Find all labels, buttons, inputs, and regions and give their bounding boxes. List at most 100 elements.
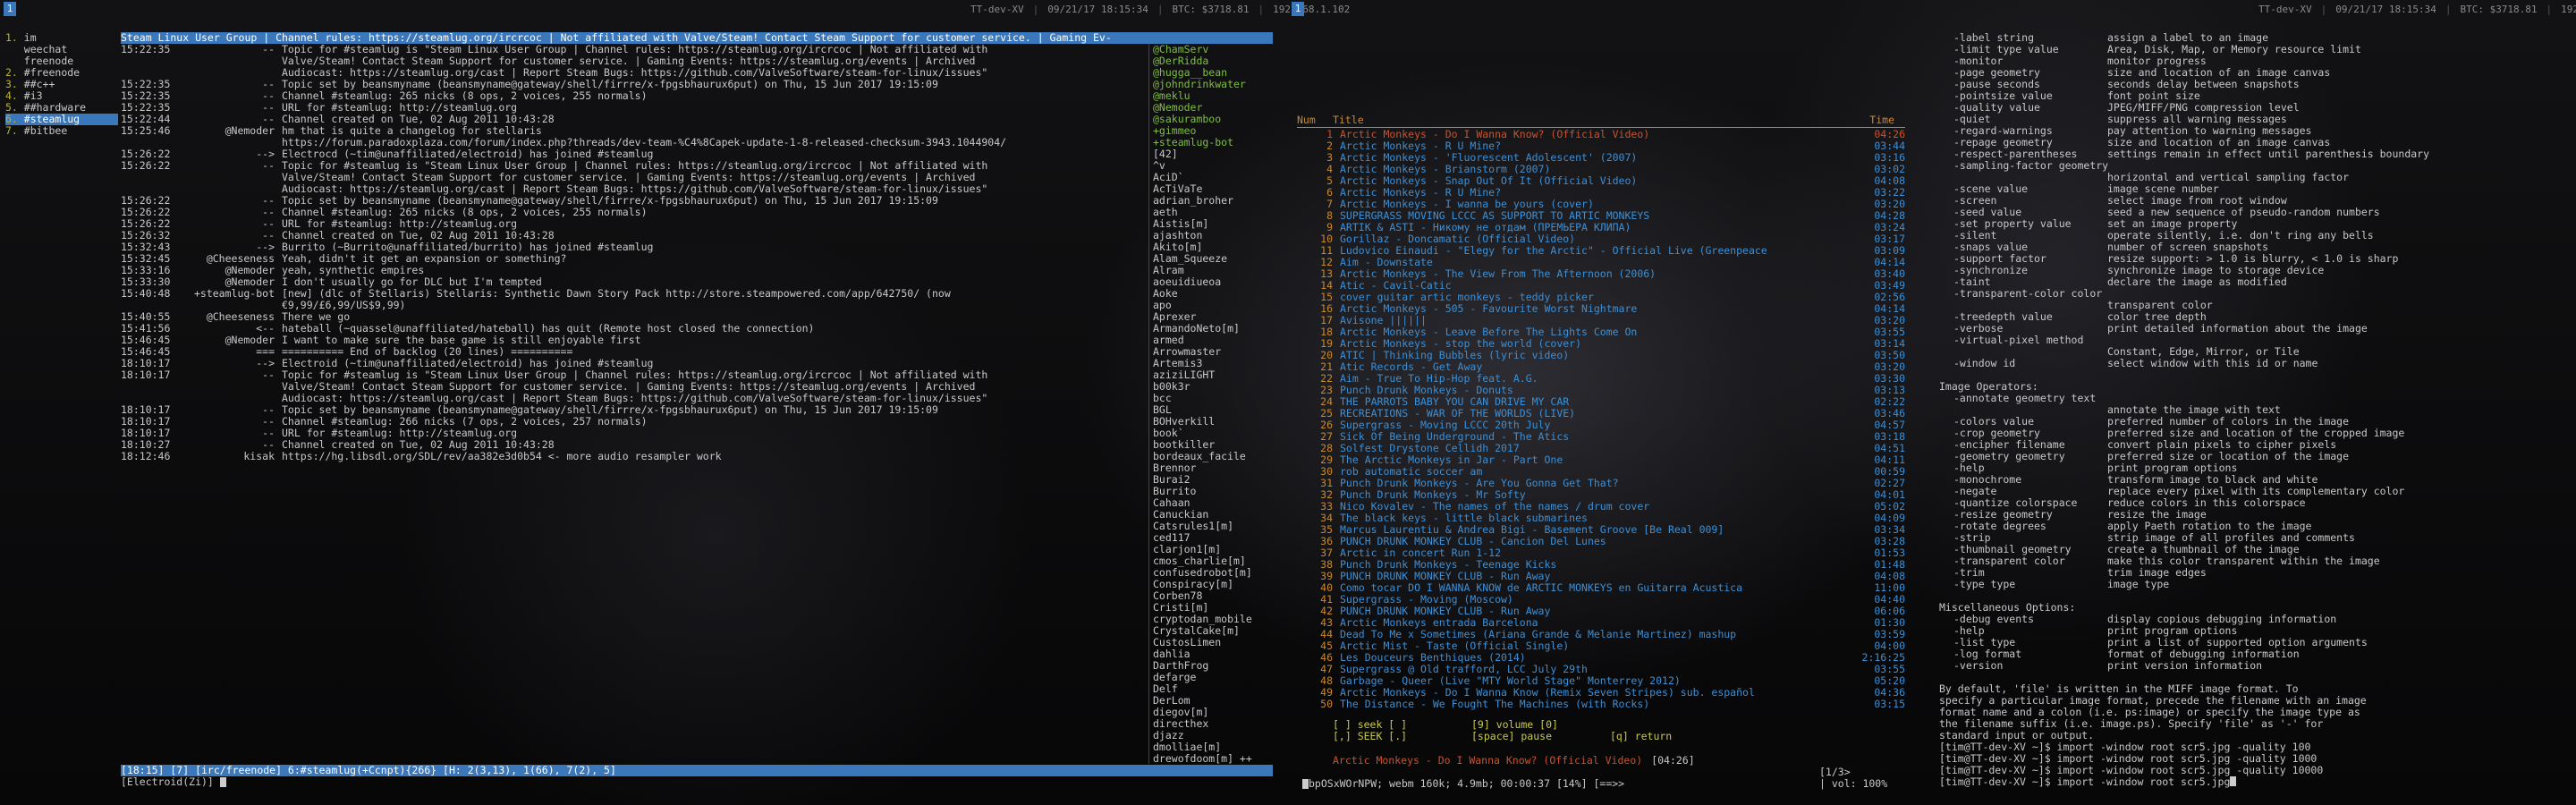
- playlist-track[interactable]: 23 Punch Drunk Monkeys - Donuts 03:13: [1297, 385, 1905, 396]
- nick-item[interactable]: b00k3r: [1153, 381, 1278, 393]
- playlist-track[interactable]: 35 Marcus Laurentiu & Andrea Bigi - Basem…: [1297, 524, 1905, 536]
- playlist-track[interactable]: 42 PUNCH DRUNK MONKEY CLUB - Run Away 06:0…: [1297, 606, 1905, 617]
- playlist-track[interactable]: 40 Como tocar DO I WANNA KNOW de ARCTIC M…: [1297, 582, 1905, 594]
- option-description: reduce colors in this colorspace: [2107, 497, 2306, 509]
- playlist-track[interactable]: 13 Arctic Monkeys - The View From The Aft…: [1297, 268, 1905, 280]
- message-text: Valve/Steam! Contact Steam Support for c…: [282, 55, 976, 67]
- track-number: 32: [1320, 488, 1333, 501]
- status-bar-right: TT-dev-XV | 09/21/17 18:15:34 | BTC: $3718…: [2258, 0, 2576, 18]
- playlist-track[interactable]: 29 The Arctic Monkeys in Jar - Part One 04…: [1297, 454, 1905, 466]
- playlist-track[interactable]: 17 Avisone |||||| 03:20: [1297, 315, 1905, 326]
- track-number: 2: [1326, 140, 1333, 152]
- option-row: -synchronize synchronize image to storage…: [1939, 265, 2571, 276]
- playlist-track[interactable]: 39 PUNCH DRUNK MONKEY CLUB - Run Away 04:0…: [1297, 571, 1905, 582]
- track-number: 40: [1320, 581, 1333, 594]
- nick-item[interactable]: bcc: [1153, 393, 1278, 404]
- channel-item[interactable]: 7. #bitbee: [5, 125, 118, 137]
- playlist-track[interactable]: 12 Aim - Downstate 04:14: [1297, 257, 1905, 268]
- playlist-track[interactable]: 37 Arctic in concert Run 1-12 01:53: [1297, 547, 1905, 559]
- playlist-track[interactable]: 22 Aim - True To Hip-Hop feat. A.G. 03:30: [1297, 373, 1905, 385]
- playlist-track[interactable]: 33 Nico Kovalev - The names of the names …: [1297, 501, 1905, 513]
- playlist-track[interactable]: 25 RECREATIONS - WAR OF THE WORLDS (LIVE)…: [1297, 408, 1905, 419]
- playlist-track[interactable]: 36 PUNCH DRUNK MONKEY CLUB - Cancion Del …: [1297, 536, 1905, 547]
- track-number: 45: [1320, 640, 1333, 652]
- playlist-track[interactable]: 24 THE PARROTS BABY YOU CAN DRIVE MY CAR 0…: [1297, 396, 1905, 408]
- playlist-track[interactable]: 14 Atic - Cavil-Catic 03:49: [1297, 280, 1905, 292]
- playlist-track[interactable]: 31 Punch Drunk Monkeys - Are You Gonna Ge…: [1297, 478, 1905, 489]
- playlist-track[interactable]: 30 rob automatic soccer am 00:59: [1297, 466, 1905, 478]
- playlist-track[interactable]: 2 Arctic Monkeys - R U Mine? 03:44: [1297, 140, 1905, 152]
- playlist-track[interactable]: 28 Solfest Drystone Cellidh 2017 04:51: [1297, 443, 1905, 454]
- playlist-track[interactable]: 38 Punch Drunk Monkeys - Teenage Kicks 01:…: [1297, 559, 1905, 571]
- message-text: URL for #steamlug: http://steamlug.org: [282, 218, 518, 230]
- control-hint: [q] return: [1610, 730, 1673, 742]
- playlist-track[interactable]: 45 Arctic Mist - Taste (Official Single) 0…: [1297, 640, 1905, 652]
- channel-name: #freenode: [23, 66, 80, 79]
- option-row: -transparent-color color: [1939, 288, 2571, 300]
- playlist-track[interactable]: 7 Arctic Monkeys - I wanna be yours (cove…: [1297, 199, 1905, 210]
- option-row: -list type print a list of supported opti…: [1939, 637, 2571, 648]
- playlist-track[interactable]: 15 cover guitar artic monkeys - teddy pic…: [1297, 292, 1905, 303]
- option-row: -support factor resize support: > 1.0 is …: [1939, 253, 2571, 265]
- option-description: print detailed information about the ima…: [2107, 323, 2368, 335]
- workspace-indicator-right[interactable]: 1: [1292, 2, 1304, 16]
- shell-prompt-line[interactable]: [tim@TT-dev-XV ~]$ import -window root s…: [1939, 776, 2571, 788]
- workspace-indicator-left[interactable]: 1: [4, 2, 16, 16]
- message-time: 18:10:17: [121, 369, 171, 381]
- track-title: Arctic in concert Run 1-12: [1340, 547, 1502, 559]
- track-number: 36: [1320, 535, 1333, 547]
- nick-item[interactable]: drewofdoom[m] ++: [1153, 753, 1278, 765]
- playlist-track[interactable]: 16 Arctic Monkeys - 505 - Favourite Worst…: [1297, 303, 1905, 315]
- playlist-track[interactable]: 3 Arctic Monkeys - 'Fluorescent Adolescen…: [1297, 152, 1905, 164]
- message-text: Topic set by beansmyname (beansmyname@ga…: [282, 404, 938, 416]
- option-description: synchronize image to storage device: [2107, 265, 2325, 276]
- option-description: display copious debugging information: [2107, 614, 2337, 625]
- playlist-track[interactable]: 21 Atic Records - Get Away 03:20: [1297, 361, 1905, 373]
- playlist-track[interactable]: 50 The Distance - We Fought The Machines …: [1297, 699, 1905, 710]
- playlist-track[interactable]: 34 The black keys - little black submarin…: [1297, 513, 1905, 524]
- track-title: Gorillaz - Doncamatic (Official Video): [1340, 233, 1576, 245]
- playlist-track[interactable]: 4 Arctic Monkeys - Brianstorm (2007) 03:02: [1297, 164, 1905, 175]
- track-title: Punch Drunk Monkeys - Are You Gonna Get …: [1340, 478, 1619, 489]
- playlist-track[interactable]: 20 ATIC | Thinking Bubbles (lyric video) 0…: [1297, 350, 1905, 361]
- playlist-track[interactable]: 26 Supergrass - Moving LCCC 20th July 04:5…: [1297, 419, 1905, 431]
- option-description: resize support: > 1.0 is blurry, < 1.0 i…: [2107, 253, 2399, 265]
- track-number: 21: [1320, 360, 1333, 373]
- track-title: The black keys - little black submarines: [1340, 513, 1588, 524]
- playlist-track[interactable]: 18 Arctic Monkeys - Leave Before The Ligh…: [1297, 326, 1905, 338]
- playlist-track[interactable]: 11 Ludovico Einaudi - "Elegy for the Arct…: [1297, 245, 1905, 257]
- playlist-track[interactable]: 10 Gorillaz - Doncamatic (Official Video)…: [1297, 233, 1905, 245]
- track-number: 34: [1320, 512, 1333, 524]
- playlist-track[interactable]: 41 Supergrass - Moving (Moscow) 04:40: [1297, 594, 1905, 606]
- playlist-track[interactable]: 5 Arctic Monkeys - Snap Out Of It (Offici…: [1297, 175, 1905, 187]
- option-row: -version print version information: [1939, 660, 2571, 672]
- playlist-track[interactable]: 19 Arctic Monkeys - stop the world (cover…: [1297, 338, 1905, 350]
- playlist-track[interactable]: 27 Sick Of Being Underground - The Atics 0…: [1297, 431, 1905, 443]
- playlist-track[interactable]: 9 ARTIK & ASTI - Никому не отдам (ПРЕМЬЕР…: [1297, 222, 1905, 233]
- track-number: 28: [1320, 442, 1333, 454]
- option-row: -set property value set an image property: [1939, 218, 2571, 230]
- playlist-track[interactable]: 48 Garbage - Queer (Live "MTY World Stage…: [1297, 675, 1905, 687]
- col-time-header: Time: [1869, 114, 1894, 126]
- track-title: Avisone ||||||: [1340, 315, 1427, 326]
- playlist-track[interactable]: 1 Arctic Monkeys - Do I Wanna Know? (Offi…: [1297, 129, 1905, 140]
- option-flag: -version: [1953, 659, 2004, 672]
- track-number: 31: [1320, 477, 1333, 489]
- playlist-track[interactable]: 47 Supergrass @ Old trafford, LCC July 29…: [1297, 664, 1905, 675]
- playlist-track[interactable]: 44 Dead To Me x Sometimes (Ariana Grande …: [1297, 629, 1905, 640]
- irc-input-line[interactable]: [Electroid(Zi)]: [121, 776, 1273, 788]
- playlist-track[interactable]: 43 Arctic Monkeys entrada Barcelona 01:30: [1297, 617, 1905, 629]
- nick-item[interactable]: Aoke: [1153, 288, 1278, 300]
- playlist-track[interactable]: 49 Arctic Monkeys - Do I Wanna Know (Remi…: [1297, 687, 1905, 699]
- playlist-track[interactable]: 32 Punch Drunk Monkeys - Mr Softy 04:01: [1297, 489, 1905, 501]
- playlist-track[interactable]: 46 Les Douceurs Benthiques (2014) 2:16:25: [1297, 652, 1905, 664]
- playlist-track[interactable]: 8 SUPERGRASS MOVING LCCC AS SUPPORT TO AR…: [1297, 210, 1905, 222]
- option-description: resize the image: [2107, 509, 2207, 521]
- track-number: 16: [1320, 302, 1333, 315]
- option-row: Constant, Edge, Mirror, or Tile: [1939, 346, 2571, 358]
- option-row: -treedepth value color tree depth: [1939, 311, 2571, 323]
- track-number: 5: [1326, 174, 1333, 187]
- nick-item[interactable]: [42]: [1153, 148, 1278, 160]
- playlist-track[interactable]: 6 Arctic Monkeys - R U Mine? 03:22: [1297, 187, 1905, 199]
- message-text: Valve/Steam! Contact Steam Support for c…: [282, 172, 976, 183]
